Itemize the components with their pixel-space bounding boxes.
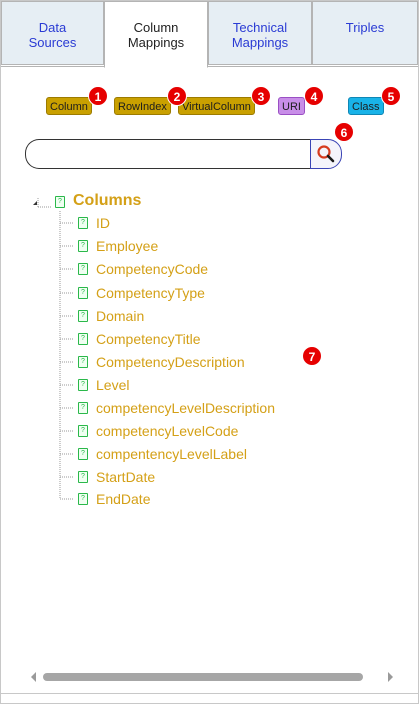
question-file-icon: ? (78, 493, 88, 505)
tree-item[interactable]: ID (96, 215, 110, 231)
question-file-icon: ? (78, 356, 88, 368)
tree-item[interactable]: compentencyLevelLabel (96, 446, 247, 462)
question-file-icon: ? (78, 240, 88, 252)
question-file-icon: ? (78, 263, 88, 275)
tree-item[interactable]: Domain (96, 308, 144, 324)
tree-item[interactable]: competencyLevelDescription (96, 400, 275, 416)
scroll-right-arrow-icon[interactable] (388, 672, 393, 682)
question-file-icon: ? (78, 448, 88, 460)
horizontal-scrollbar[interactable] (27, 669, 397, 685)
callout-badge-7: 7 (302, 346, 322, 366)
tree-item[interactable]: EndDate (96, 491, 150, 507)
tree-item[interactable]: CompetencyDescription (96, 354, 245, 370)
question-file-icon: ? (78, 333, 88, 345)
tree-item[interactable]: Employee (96, 238, 158, 254)
column-mappings-panel: Data Sources Column Mappings Technical M… (0, 0, 419, 704)
tree-item[interactable]: CompetencyCode (96, 261, 208, 277)
tab-column-mappings[interactable]: Column Mappings (104, 1, 208, 68)
tree-item[interactable]: competencyLevelCode (96, 423, 238, 439)
tab-label-line1: Column (133, 20, 179, 35)
tree-root-columns[interactable]: Columns (73, 192, 141, 210)
question-file-icon: ? (78, 379, 88, 391)
tree-collapse-icon[interactable] (31, 197, 41, 209)
tab-label-line2: Mappings (127, 35, 185, 50)
question-file-icon: ? (78, 217, 88, 229)
panel-footer-divider (1, 693, 418, 694)
question-file-icon: ? (55, 196, 65, 208)
question-file-icon: ? (78, 287, 88, 299)
tree-connector-lines (33, 198, 74, 500)
tree-item[interactable]: Level (96, 377, 129, 393)
tree-item[interactable]: CompetencyTitle (96, 331, 201, 347)
tree-item[interactable]: CompetencyType (96, 285, 205, 301)
question-file-icon: ? (78, 425, 88, 437)
question-file-icon: ? (78, 310, 88, 322)
question-file-icon: ? (78, 471, 88, 483)
tree-item[interactable]: StartDate (96, 469, 155, 485)
scroll-left-arrow-icon[interactable] (31, 672, 36, 682)
scroll-thumb[interactable] (43, 673, 363, 681)
question-file-icon: ? (78, 402, 88, 414)
